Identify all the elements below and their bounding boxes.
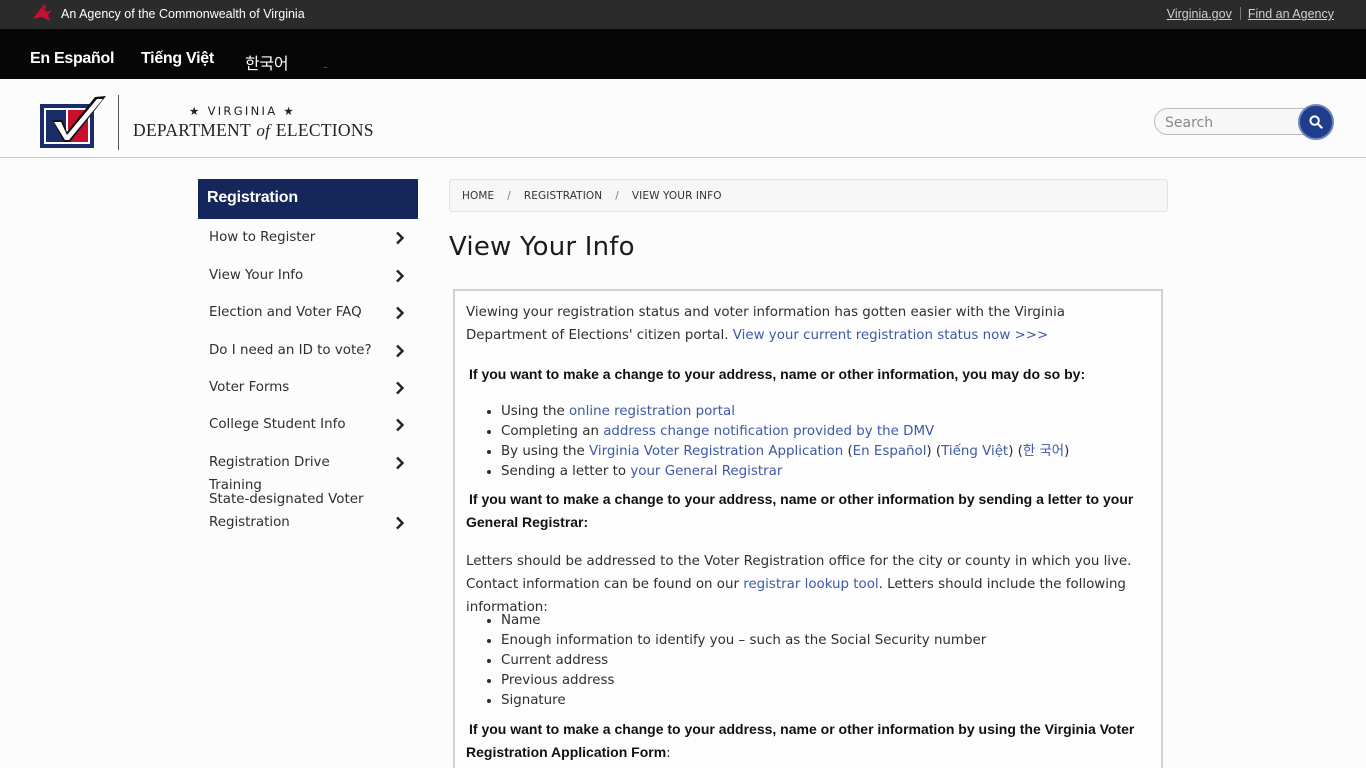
list-item: Enough information to identify you – suc… <box>501 631 986 651</box>
list-item: Using the online registration portal <box>501 402 1069 422</box>
chevron-right-icon <box>396 344 405 358</box>
search-icon <box>1309 115 1323 129</box>
lang-korean-link[interactable]: 한국어 <box>245 50 289 74</box>
intro-paragraph: Viewing your registration status and vot… <box>466 301 1150 347</box>
sidebar-item-label: How to Register <box>209 230 316 245</box>
letters-paragraph: Letters should be addressed to the Voter… <box>466 550 1150 619</box>
logo-of-word: of <box>256 121 271 140</box>
breadcrumb-registration[interactable]: REGISTRATION <box>524 190 602 202</box>
search-form <box>1154 104 1334 140</box>
logo-elections-word: ELECTIONS <box>275 120 374 140</box>
list-item-text: By using the <box>501 444 585 459</box>
breadcrumb-separator: / <box>615 190 619 202</box>
agency-bar: An Agency of the Commonwealth of Virgini… <box>0 0 1366 29</box>
heading-change-options: If you want to make a change to your add… <box>469 366 1086 382</box>
sidebar-item-label: Do I need an ID to vote? <box>209 343 372 358</box>
list-item-text: Using the <box>501 404 565 419</box>
logo-virginia-text: ★ VIRGINIA ★ <box>189 104 296 118</box>
chevron-right-icon <box>396 306 405 320</box>
content-box: Viewing your registration status and vot… <box>453 289 1163 768</box>
general-registrar-link[interactable]: your General Registrar <box>630 464 782 479</box>
dmv-address-change-link[interactable]: address change notification provided by … <box>603 424 934 439</box>
cardinal-logo-icon <box>33 4 52 21</box>
heading-colon: : <box>666 746 671 761</box>
search-button[interactable] <box>1298 104 1334 140</box>
change-options-list: Using the online registration portal Com… <box>501 402 1069 482</box>
breadcrumb-current: VIEW YOUR INFO <box>631 190 722 202</box>
online-registration-portal-link[interactable]: online registration portal <box>569 404 735 419</box>
sidebar-item-label: College Student Info <box>209 417 346 432</box>
view-registration-status-link[interactable]: View your current registration status no… <box>733 328 1048 343</box>
heading-application-form: If you want to make a change to your add… <box>466 718 1150 765</box>
agency-links-divider <box>1239 7 1241 20</box>
agency-links: Virginia.gov Find an Agency <box>1167 7 1334 21</box>
breadcrumb-home[interactable]: HOME <box>462 190 494 202</box>
breadcrumb-separator: / <box>507 190 511 202</box>
list-item-text: Sending a letter to <box>501 464 627 479</box>
list-item: Name <box>501 611 986 631</box>
chevron-right-icon <box>396 516 405 530</box>
sidebar-item-label: State-designated Voter Registration <box>209 492 364 530</box>
breadcrumb: HOME / REGISTRATION / VIEW YOUR INFO <box>449 179 1168 212</box>
sidebar-item-label: View Your Info <box>209 268 304 283</box>
virginia-gov-link[interactable]: Virginia.gov <box>1167 7 1232 21</box>
search-input[interactable] <box>1154 108 1310 135</box>
page-title: View Your Info <box>449 232 635 262</box>
sidebar-item-label: Voter Forms <box>209 380 290 395</box>
site-header: ★ VIRGINIA ★ DEPARTMENT of ELECTIONS <box>0 79 1366 158</box>
voter-registration-application-link[interactable]: Virginia Voter Registration Application <box>589 444 843 459</box>
chevron-right-icon <box>396 269 405 283</box>
list-item: By using the Virginia Voter Registration… <box>501 442 1069 462</box>
heading-letter: If you want to make a change to your add… <box>466 491 1134 530</box>
list-item: Sending a letter to your General Registr… <box>501 462 1069 482</box>
elections-checkmark-logo-icon[interactable] <box>40 94 110 149</box>
agency-text: An Agency of the Commonwealth of Virgini… <box>61 7 305 21</box>
lang-bar-dot <box>324 67 327 68</box>
sidebar-title[interactable]: Registration <box>198 179 418 219</box>
lang-tiengviet-link[interactable]: Tiếng Việt <box>141 50 214 68</box>
chevron-right-icon <box>396 456 405 470</box>
list-item: Signature <box>501 691 986 711</box>
logo-dept-word: DEPARTMENT <box>133 120 251 140</box>
registrar-lookup-tool-link[interactable]: registrar lookup tool <box>743 577 878 592</box>
application-espanol-link[interactable]: En Español <box>853 444 927 459</box>
logo-divider <box>118 95 119 150</box>
language-bar: En Español Tiếng Việt 한국어 <box>0 29 1366 79</box>
find-agency-link[interactable]: Find an Agency <box>1248 7 1334 21</box>
logo-department-text: DEPARTMENT of ELECTIONS <box>133 120 374 141</box>
chevron-right-icon <box>396 231 405 245</box>
list-item: Current address <box>501 651 986 671</box>
letter-info-list: Name Enough information to identify you … <box>501 611 986 711</box>
application-tiengviet-link[interactable]: Tiếng Việt <box>941 444 1008 459</box>
application-korean-link[interactable]: 한 국어 <box>1023 444 1064 459</box>
sidebar-item-label: Election and Voter FAQ <box>209 305 362 320</box>
list-item: Previous address <box>501 671 986 691</box>
lang-espanol-link[interactable]: En Español <box>30 50 114 68</box>
chevron-right-icon <box>396 381 405 395</box>
heading-application-form-text: If you want to make a change to your add… <box>466 721 1135 760</box>
list-item-text: Completing an <box>501 424 599 439</box>
list-item: Completing an address change notificatio… <box>501 422 1069 442</box>
chevron-right-icon <box>396 418 405 432</box>
